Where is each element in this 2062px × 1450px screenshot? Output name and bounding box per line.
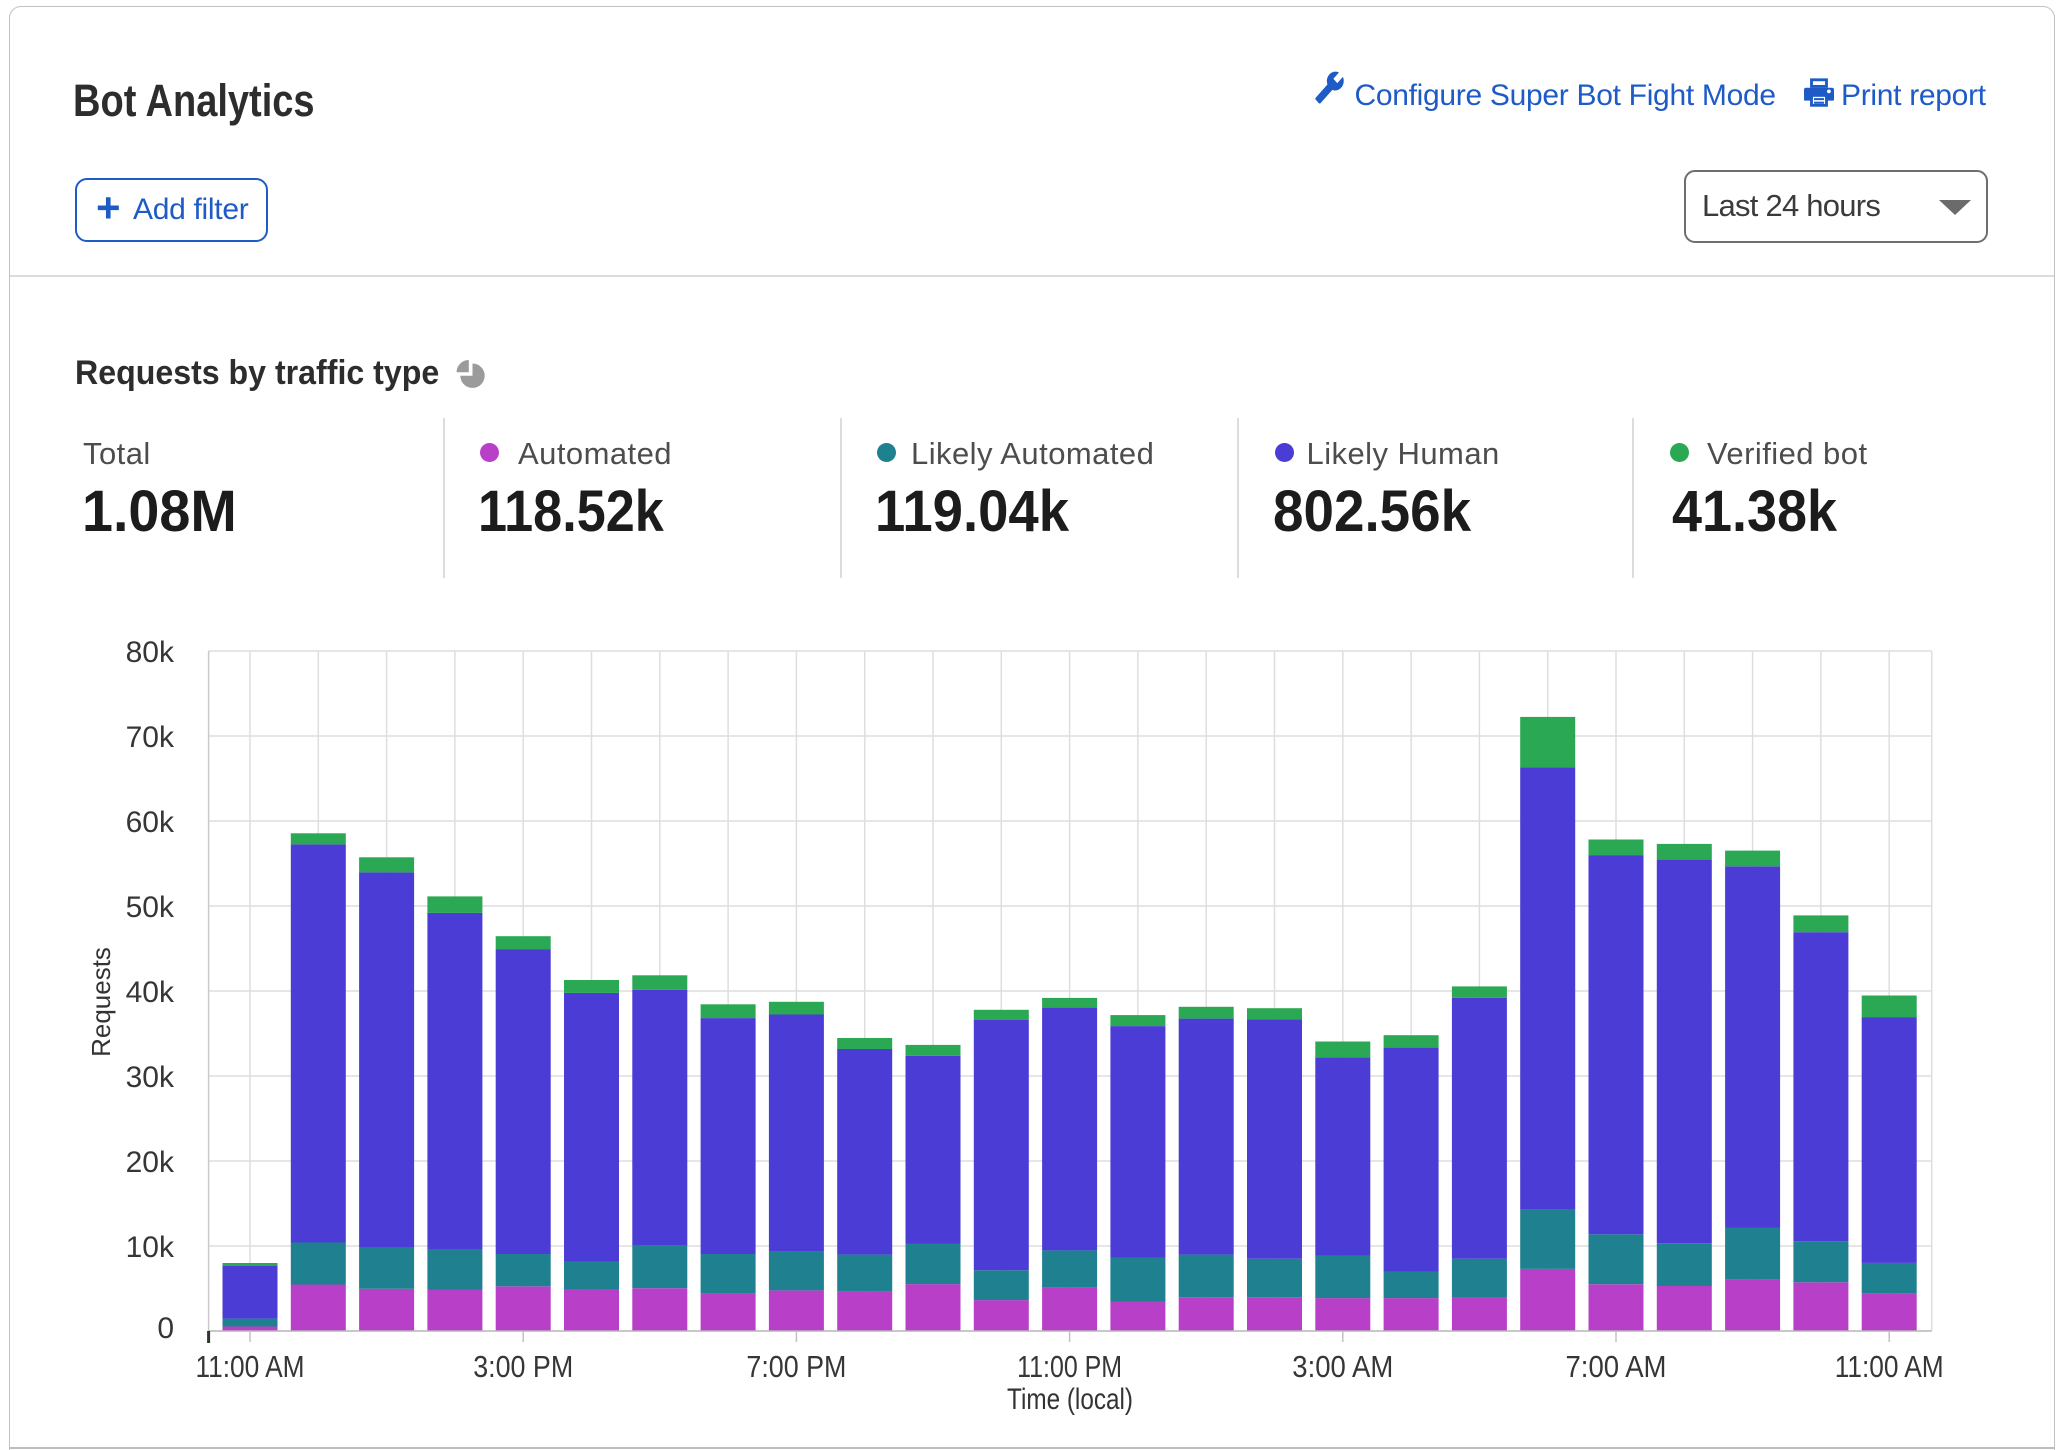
svg-text:7:00 AM: 7:00 AM — [1566, 1349, 1667, 1384]
svg-text:50k: 50k — [126, 891, 175, 924]
svg-text:Time (local): Time (local) — [1007, 1383, 1133, 1416]
svg-text:Requests: Requests — [86, 947, 116, 1057]
svg-text:11:00 PM: 11:00 PM — [1017, 1349, 1122, 1384]
svg-text:30k: 30k — [126, 1061, 175, 1094]
svg-text:10k: 10k — [126, 1231, 175, 1264]
svg-text:11:00 AM: 11:00 AM — [196, 1349, 305, 1384]
svg-text:70k: 70k — [126, 721, 175, 754]
svg-text:3:00 AM: 3:00 AM — [1292, 1349, 1393, 1384]
svg-text:40k: 40k — [126, 976, 175, 1009]
svg-text:60k: 60k — [126, 806, 175, 839]
svg-text:0: 0 — [157, 1312, 174, 1345]
svg-text:3:00 PM: 3:00 PM — [473, 1349, 573, 1384]
svg-text:11:00 AM: 11:00 AM — [1835, 1349, 1944, 1384]
svg-text:20k: 20k — [126, 1146, 175, 1179]
svg-text:7:00 PM: 7:00 PM — [746, 1349, 846, 1384]
svg-text:80k: 80k — [126, 636, 175, 669]
